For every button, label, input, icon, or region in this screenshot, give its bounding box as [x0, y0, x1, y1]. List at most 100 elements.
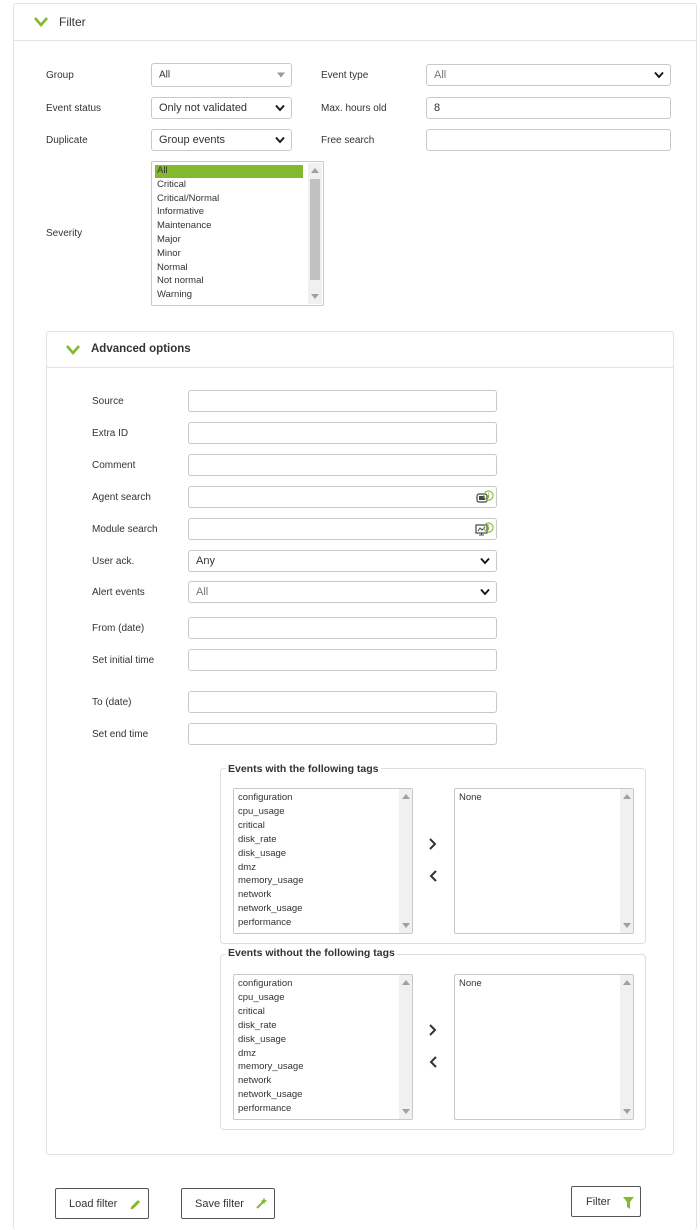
- user-ack-select[interactable]: Any: [188, 550, 497, 572]
- extra-id-input[interactable]: [188, 422, 497, 444]
- user-ack-label: User ack.: [92, 556, 135, 567]
- remove-tag-arrow-icon[interactable]: [428, 870, 438, 882]
- with-tags-legend: Events with the following tags: [226, 763, 381, 775]
- from-date-input[interactable]: [188, 617, 497, 639]
- scroll-up-icon[interactable]: [623, 980, 631, 985]
- severity-option[interactable]: Warning: [157, 289, 192, 300]
- tag-option[interactable]: network: [238, 889, 271, 900]
- scroll-up-icon[interactable]: [402, 980, 410, 985]
- tag-option[interactable]: network_usage: [238, 903, 302, 914]
- tag-option[interactable]: disk_rate: [238, 1020, 277, 1031]
- without-tags-available-scrollbar[interactable]: [399, 975, 412, 1119]
- severity-option[interactable]: Major: [157, 234, 181, 245]
- tag-option[interactable]: disk_rate: [238, 834, 277, 845]
- tag-option[interactable]: critical: [238, 820, 265, 831]
- severity-selected-highlight: [155, 165, 303, 178]
- scroll-up-icon[interactable]: [623, 794, 631, 799]
- remove-tag-arrow-icon[interactable]: [428, 1056, 438, 1068]
- scroll-down-icon[interactable]: [311, 294, 319, 299]
- agent-search-input[interactable]: [188, 486, 497, 508]
- tag-option[interactable]: disk_usage: [238, 1034, 286, 1045]
- duplicate-select[interactable]: Group events: [151, 129, 292, 151]
- tag-option[interactable]: memory_usage: [238, 875, 303, 886]
- chevron-down-icon: [275, 104, 285, 112]
- end-time-label: Set end time: [92, 729, 149, 740]
- scroll-down-icon[interactable]: [623, 923, 631, 928]
- add-tag-arrow-icon[interactable]: [428, 838, 438, 850]
- without-tags-selected-list[interactable]: None: [454, 974, 634, 1120]
- tag-option[interactable]: memory_usage: [238, 1061, 303, 1072]
- tag-option[interactable]: performance: [238, 1103, 291, 1114]
- info-icon[interactable]: [483, 522, 494, 533]
- with-tags-available-list[interactable]: configuration cpu_usage critical disk_rated…: [233, 788, 413, 934]
- filter-button[interactable]: Filter: [571, 1186, 641, 1217]
- severity-scrollbar[interactable]: [308, 163, 322, 304]
- tag-option[interactable]: configuration: [238, 792, 292, 803]
- load-filter-button[interactable]: Load filter: [55, 1188, 149, 1219]
- free-search-input[interactable]: [426, 129, 671, 151]
- alert-events-select[interactable]: All: [188, 581, 497, 603]
- filter-panel-title: Filter: [59, 15, 86, 29]
- source-input[interactable]: [188, 390, 497, 412]
- severity-option[interactable]: All: [157, 165, 168, 176]
- to-date-label: To (date): [92, 697, 132, 708]
- severity-option[interactable]: Maintenance: [157, 220, 211, 231]
- without-tags-available-list[interactable]: configuration cpu_usage critical disk_rated…: [233, 974, 413, 1120]
- initial-time-input[interactable]: [188, 649, 497, 671]
- severity-option[interactable]: Critical: [157, 179, 186, 190]
- to-date-input[interactable]: [188, 691, 497, 713]
- scroll-up-icon[interactable]: [402, 794, 410, 799]
- event-type-label: Event type: [321, 70, 369, 81]
- caret-down-icon: [277, 72, 285, 78]
- extra-id-label: Extra ID: [92, 428, 129, 439]
- end-time-input[interactable]: [188, 723, 497, 745]
- tag-option[interactable]: cpu_usage: [238, 806, 284, 817]
- scroll-up-icon[interactable]: [311, 168, 319, 173]
- with-tags-available-scrollbar[interactable]: [399, 789, 412, 933]
- add-tag-arrow-icon[interactable]: [428, 1024, 438, 1036]
- tag-option[interactable]: network: [238, 1075, 271, 1086]
- tag-option[interactable]: network_usage: [238, 1089, 302, 1100]
- with-tags-selected-scrollbar[interactable]: [620, 789, 633, 933]
- event-type-select[interactable]: All: [426, 64, 671, 86]
- event-status-label: Event status: [46, 103, 102, 114]
- tag-option[interactable]: dmz: [238, 1048, 256, 1059]
- severity-option[interactable]: Normal: [157, 262, 188, 273]
- chevron-down-icon: [480, 588, 490, 596]
- comment-input[interactable]: [188, 454, 497, 476]
- with-tags-selected-list[interactable]: None: [454, 788, 634, 934]
- tag-option[interactable]: critical: [238, 1006, 265, 1017]
- funnel-icon: [623, 1197, 634, 1209]
- tag-option[interactable]: dmz: [238, 862, 256, 873]
- save-filter-button-label: Save filter: [195, 1197, 244, 1210]
- filter-panel-header[interactable]: Filter: [14, 4, 696, 41]
- module-search-input[interactable]: [188, 518, 497, 540]
- severity-option[interactable]: Minor: [157, 248, 181, 259]
- without-tags-selected-scrollbar[interactable]: [620, 975, 633, 1119]
- save-filter-button[interactable]: Save filter: [181, 1188, 275, 1219]
- scroll-thumb[interactable]: [310, 179, 320, 280]
- scroll-down-icon[interactable]: [623, 1109, 631, 1114]
- tag-option[interactable]: performance: [238, 917, 291, 928]
- info-icon[interactable]: [483, 490, 494, 501]
- severity-option[interactable]: Not normal: [157, 275, 203, 286]
- tag-option[interactable]: disk_usage: [238, 848, 286, 859]
- severity-option[interactable]: Informative: [157, 206, 204, 217]
- tag-option[interactable]: cpu_usage: [238, 992, 284, 1003]
- tag-option[interactable]: None: [459, 792, 482, 803]
- tag-option[interactable]: configuration: [238, 978, 292, 989]
- comment-label: Comment: [92, 460, 136, 471]
- group-select-value: All: [159, 69, 171, 81]
- max-hours-input[interactable]: 8: [426, 97, 671, 119]
- group-select[interactable]: All: [151, 63, 292, 87]
- chevron-down-icon: [480, 557, 490, 565]
- agent-search-label: Agent search: [92, 492, 151, 503]
- advanced-options-header[interactable]: Advanced options: [47, 332, 673, 368]
- scroll-down-icon[interactable]: [402, 1109, 410, 1114]
- severity-option[interactable]: Critical/Normal: [157, 193, 219, 204]
- scroll-down-icon[interactable]: [402, 923, 410, 928]
- tag-option[interactable]: None: [459, 978, 482, 989]
- severity-listbox[interactable]: All Critical Critical/Normal Informative Mai…: [151, 161, 324, 306]
- user-ack-select-value: Any: [196, 555, 215, 567]
- event-status-select[interactable]: Only not validated: [151, 97, 292, 119]
